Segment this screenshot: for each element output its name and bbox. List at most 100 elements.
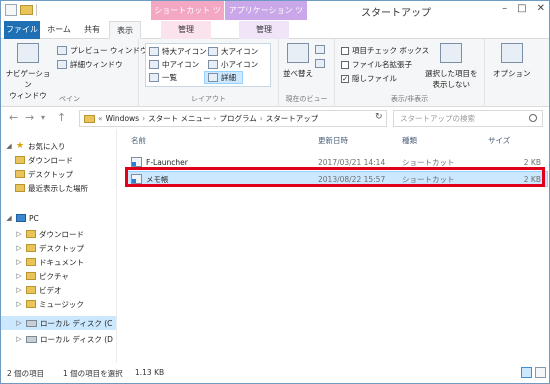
details-pane-icon <box>57 60 67 69</box>
navigation-pane-icon <box>17 43 39 63</box>
nav-item-videos[interactable]: ▷ ビデオ <box>15 283 116 297</box>
list-option[interactable]: 一覧 <box>149 72 177 83</box>
breadcrumb-item[interactable]: スタート メニュー <box>148 113 210 124</box>
pc-icon <box>16 214 26 222</box>
tab-file[interactable]: ファイル <box>4 21 40 39</box>
breadcrumb-separator-icon[interactable]: › <box>213 114 216 123</box>
small-icons-option[interactable]: 小アイコン <box>208 59 258 70</box>
nav-item-local-disk-d[interactable]: ▷ ローカル ディスク (D <box>15 332 116 346</box>
medium-icons-icon <box>149 60 159 69</box>
properties-icon[interactable] <box>5 4 17 16</box>
search-box[interactable]: スタートアップの検索 <box>393 110 543 127</box>
collapse-icon[interactable]: ◢ <box>5 142 13 150</box>
up-icon[interactable]: ↑ <box>57 111 66 124</box>
nav-item-label: PC <box>29 213 39 223</box>
xl-icons-option[interactable]: 特大アイコン <box>149 46 207 57</box>
item-checkboxes-toggle[interactable]: 項目チェック ボックス <box>341 45 429 56</box>
nav-item-label: ダウンロード <box>39 229 84 239</box>
recent-locations-icon[interactable]: ▾ <box>41 113 45 122</box>
breadcrumb-separator-icon[interactable]: › <box>142 114 145 123</box>
file-extensions-checkbox[interactable] <box>341 60 349 69</box>
hidden-items-toggle[interactable]: ✓ 隠しファイル <box>341 73 397 84</box>
details-view-icon[interactable] <box>521 367 532 378</box>
file-name-cell: F-Launcher <box>131 157 188 167</box>
hide-selected-button[interactable]: 選択した項目を 表示しない <box>425 43 478 90</box>
options-button[interactable]: オプション <box>493 43 531 79</box>
nav-item-label: 最近表示した場所 <box>28 183 88 193</box>
tab-manage-app[interactable]: 管理 <box>239 21 289 39</box>
preview-pane-button[interactable]: プレビュー ウィンドウ <box>57 45 147 56</box>
search-icon[interactable] <box>529 114 537 122</box>
nav-item-label: デスクトップ <box>28 169 73 179</box>
refresh-icon[interactable]: ↻ <box>375 112 383 122</box>
expand-icon[interactable]: ▷ <box>15 335 23 343</box>
close-icon[interactable]: ✕ <box>537 3 545 14</box>
column-header-name[interactable]: 名前 <box>131 135 146 146</box>
maximize-icon[interactable]: □ <box>517 3 526 14</box>
tab-manage-shortcut[interactable]: 管理 <box>161 21 211 39</box>
tab-share[interactable]: 共有 <box>77 21 107 39</box>
nav-item-pc[interactable]: ◢ PC <box>5 211 116 225</box>
large-icons-view-icon[interactable] <box>535 367 546 378</box>
collapse-icon[interactable]: ◢ <box>5 214 13 222</box>
hidden-items-checkbox[interactable]: ✓ <box>341 74 349 83</box>
folder-icon <box>26 244 36 252</box>
expand-icon[interactable]: ▷ <box>15 258 23 266</box>
sort-by-button[interactable]: 並べ替え <box>283 43 313 79</box>
group-by-button[interactable] <box>315 45 325 54</box>
expand-icon[interactable]: ▷ <box>15 244 23 252</box>
forward-icon[interactable]: → <box>25 111 34 124</box>
back-icon[interactable]: ← <box>9 111 18 124</box>
column-header-modified[interactable]: 更新日時 <box>318 135 348 146</box>
item-checkboxes-checkbox[interactable] <box>341 46 349 55</box>
large-icons-icon <box>208 47 218 56</box>
nav-item-desktop[interactable]: デスクトップ <box>15 167 116 181</box>
file-extensions-toggle[interactable]: ファイル名拡張子 <box>341 59 412 70</box>
expand-icon[interactable]: ▷ <box>15 230 23 238</box>
folder-icon <box>26 272 36 280</box>
quick-access-toolbar <box>5 4 37 16</box>
expand-icon[interactable]: ▷ <box>15 300 23 308</box>
breadcrumb-item[interactable]: スタートアップ <box>266 113 319 124</box>
address-bar[interactable]: « Windows › スタート メニュー › プログラム › スタートアップ <box>79 110 387 127</box>
medium-icons-option[interactable]: 中アイコン <box>149 59 199 70</box>
options-group: オプション <box>485 39 549 107</box>
column-header-size[interactable]: サイズ <box>488 135 510 146</box>
nav-item-downloads[interactable]: ダウンロード <box>15 153 116 167</box>
expand-icon[interactable]: ▷ <box>15 319 23 327</box>
breadcrumb-overflow-icon[interactable]: « <box>98 114 103 123</box>
navigation-pane-button[interactable]: ナビゲーション ウィンドウ <box>5 43 51 101</box>
new-folder-icon[interactable] <box>20 5 33 15</box>
expand-icon[interactable]: ▷ <box>15 286 23 294</box>
breadcrumb-separator-icon[interactable]: › <box>260 114 263 123</box>
tab-home[interactable]: ホーム <box>43 21 75 39</box>
nav-item-pc-desktop[interactable]: ▷ デスクトップ <box>15 241 116 255</box>
column-header-type[interactable]: 種類 <box>402 135 417 146</box>
add-columns-button[interactable] <box>315 59 325 68</box>
breadcrumb-item[interactable]: Windows <box>106 114 139 123</box>
nav-item-pictures[interactable]: ▷ ピクチャ <box>15 269 116 283</box>
breadcrumb-item[interactable]: プログラム <box>219 113 256 124</box>
nav-item-pc-downloads[interactable]: ▷ ダウンロード <box>15 227 116 241</box>
preview-pane-label: プレビュー ウィンドウ <box>70 46 148 55</box>
tab-view[interactable]: 表示 <box>109 21 141 39</box>
nav-item-local-disk-c[interactable]: ▷ ローカル ディスク (C <box>1 316 116 330</box>
file-extensions-label: ファイル名拡張子 <box>352 60 412 69</box>
folder-icon <box>26 300 36 308</box>
current-view-group: 並べ替え 現在のビュー <box>279 39 335 107</box>
details-view-option[interactable]: 詳細 <box>204 71 243 84</box>
nav-item-music[interactable]: ▷ ミュージック <box>15 297 116 311</box>
nav-item-favorites[interactable]: ◢ ★ お気に入り <box>5 139 116 153</box>
nav-item-recent-places[interactable]: 最近表示した場所 <box>15 181 116 195</box>
large-icons-option[interactable]: 大アイコン <box>208 46 258 57</box>
list-icon <box>149 73 159 82</box>
folder-icon <box>15 184 25 192</box>
details-pane-button[interactable]: 詳細ウィンドウ <box>57 59 123 70</box>
nav-item-documents[interactable]: ▷ ドキュメント <box>15 255 116 269</box>
minimize-icon[interactable]: – <box>502 3 507 14</box>
layout-group-label: レイアウト <box>191 95 226 103</box>
nav-item-label: ローカル ディスク (D <box>40 334 113 344</box>
hidden-items-label: 隠しファイル <box>352 74 397 83</box>
hide-selected-icon <box>440 43 463 63</box>
expand-icon[interactable]: ▷ <box>15 272 23 280</box>
